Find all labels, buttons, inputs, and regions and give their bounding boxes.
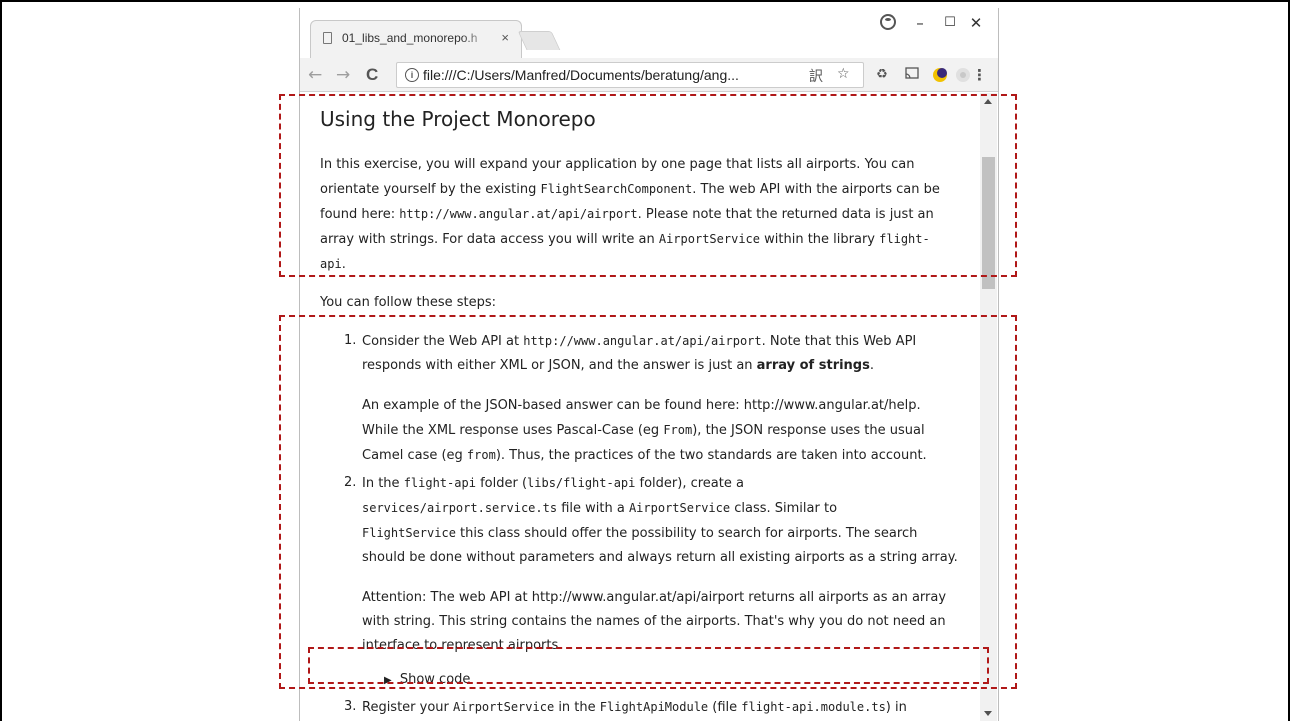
- step-2-text: should be done without parameters and al…: [362, 550, 958, 565]
- step-2: 2. In the flight-api folder (libs/flight…: [344, 471, 964, 693]
- code-flight-api: flight-: [879, 232, 930, 246]
- bold-array-of-strings: array of strings: [756, 358, 870, 373]
- show-code-toggle[interactable]: ▶ Show code: [344, 668, 964, 693]
- profile-icon[interactable]: [880, 14, 896, 30]
- step-1-example-text: ). Thus, the practices of the two standa…: [495, 448, 927, 463]
- code-api-url: http://www.angular.at/api/airport: [523, 334, 762, 348]
- code-module-file: flight-api.module.ts: [741, 700, 886, 714]
- step-1-example-text: ), the JSON response uses the usual: [692, 423, 925, 438]
- cast-icon[interactable]: [904, 67, 920, 83]
- step-1-example-text: Camel case (eg: [362, 448, 467, 463]
- disclosure-triangle-icon: ▶: [384, 675, 392, 686]
- tab-title: 01_libs_and_monorepo.h: [342, 31, 478, 45]
- bookmark-star-icon[interactable]: ☆: [837, 66, 850, 82]
- step-2-attention-text: interface to represent airports.: [362, 638, 563, 653]
- translate-icon[interactable]: 訳: [809, 66, 823, 86]
- back-button[interactable]: ←: [308, 65, 322, 85]
- code-flight-api: flight-api: [403, 476, 476, 490]
- page-title: Using the Project Monorepo: [320, 107, 596, 131]
- step-2-text: class. Similar to: [730, 501, 838, 516]
- step-2-text: In the: [362, 476, 404, 491]
- intro-text: . Please note that the returned data is …: [637, 207, 934, 222]
- code-api: api: [320, 257, 342, 271]
- vertical-scrollbar[interactable]: [980, 93, 997, 721]
- recycle-extension-icon[interactable]: ♻: [874, 67, 890, 83]
- code-from-pascal: From: [663, 423, 693, 437]
- show-code-label: Show code: [399, 672, 471, 687]
- step-1-text: Consider the Web API at: [362, 334, 524, 349]
- page-icon: [323, 32, 332, 44]
- step-3-text: Register your: [362, 700, 454, 715]
- address-bar[interactable]: i file:///C:/Users/Manfred/Documents/ber…: [396, 62, 864, 88]
- kebab-menu-icon[interactable]: ⋮: [972, 66, 987, 84]
- close-window-button[interactable]: ✕: [960, 10, 992, 36]
- step-3-text: ) in: [885, 700, 907, 715]
- follow-steps-text: You can follow these steps:: [320, 295, 497, 310]
- new-tab-button[interactable]: [517, 31, 561, 50]
- forward-button[interactable]: →: [336, 65, 350, 85]
- step-3: 3. Register your AirportService in the F…: [344, 695, 964, 720]
- step-2-text: folder), create a: [635, 476, 744, 491]
- step-2-attention-text: Attention: The web API at http://www.ang…: [362, 590, 947, 605]
- browser-window: 01_libs_and_monorepo.h × – ☐ ✕ ← → C i f…: [299, 8, 999, 721]
- code-service-file: services/airport.service.ts: [362, 501, 558, 515]
- step-number: 2.: [344, 475, 357, 490]
- intro-line-1: In this exercise, you will expand your a…: [320, 157, 915, 172]
- info-icon[interactable]: i: [405, 68, 419, 82]
- moon-extension-icon[interactable]: [932, 67, 948, 83]
- scroll-down-arrow-icon[interactable]: [984, 711, 992, 716]
- step-1: 1. Consider the Web API at http://www.an…: [344, 329, 954, 468]
- step-2-text: file with a: [557, 501, 629, 516]
- intro-text: found here:: [320, 207, 400, 222]
- code-flightapimodule: FlightApiModule: [599, 700, 709, 714]
- step-1-example-text: While the XML response uses Pascal-Case …: [362, 423, 664, 438]
- step-2-text: this class should offer the possibility …: [455, 526, 918, 541]
- browser-tab[interactable]: 01_libs_and_monorepo.h ×: [310, 20, 522, 58]
- gray-extension-icon[interactable]: [955, 67, 971, 83]
- page-viewport: Using the Project Monorepo In this exerc…: [300, 93, 980, 721]
- intro-paragraph: In this exercise, you will expand your a…: [320, 153, 940, 277]
- step-number: 3.: [344, 699, 357, 714]
- code-libs-flight-api: libs/flight-api: [527, 476, 636, 490]
- step-3-text: in the: [554, 700, 600, 715]
- step-2-attention-text: with string. This string contains the na…: [362, 614, 946, 629]
- intro-text: array with strings. For data access you …: [320, 232, 659, 247]
- intro-text: within the library: [760, 232, 880, 247]
- code-airportservice: AirportService: [628, 501, 731, 515]
- code-flightservice: FlightService: [362, 526, 456, 540]
- step-3-text: (file: [708, 700, 742, 715]
- title-bar: 01_libs_and_monorepo.h × – ☐ ✕: [300, 8, 998, 60]
- code-airportservice: AirportService: [453, 700, 555, 714]
- tab-close-icon[interactable]: ×: [501, 30, 509, 45]
- step-1-example-text: An example of the JSON-based answer can …: [362, 398, 921, 413]
- intro-text: .: [341, 257, 346, 272]
- step-1-text: .: [869, 358, 874, 373]
- url-text[interactable]: file:///C:/Users/Manfred/Documents/berat…: [423, 67, 739, 83]
- code-flightsearchcomponent: FlightSearchComponent: [540, 182, 693, 196]
- intro-text: orientate yourself by the existing: [320, 182, 541, 197]
- intro-text: . The web API with the airports can be: [692, 182, 940, 197]
- step-1-text: . Note that this Web API: [761, 334, 917, 349]
- reload-button[interactable]: C: [366, 65, 378, 85]
- step-2-text: folder (: [475, 476, 528, 491]
- scroll-thumb[interactable]: [982, 157, 995, 289]
- code-airportservice: AirportService: [658, 232, 761, 246]
- scroll-up-arrow-icon[interactable]: [984, 99, 992, 104]
- minimize-button[interactable]: –: [904, 10, 936, 36]
- code-from-camel: from: [466, 448, 496, 462]
- code-api-url: http://www.angular.at/api/airport: [399, 207, 638, 221]
- step-1-text: responds with either XML or JSON, and th…: [362, 358, 757, 373]
- step-number: 1.: [344, 333, 357, 348]
- browser-toolbar: ← → C i file:///C:/Users/Manfred/Documen…: [300, 58, 998, 92]
